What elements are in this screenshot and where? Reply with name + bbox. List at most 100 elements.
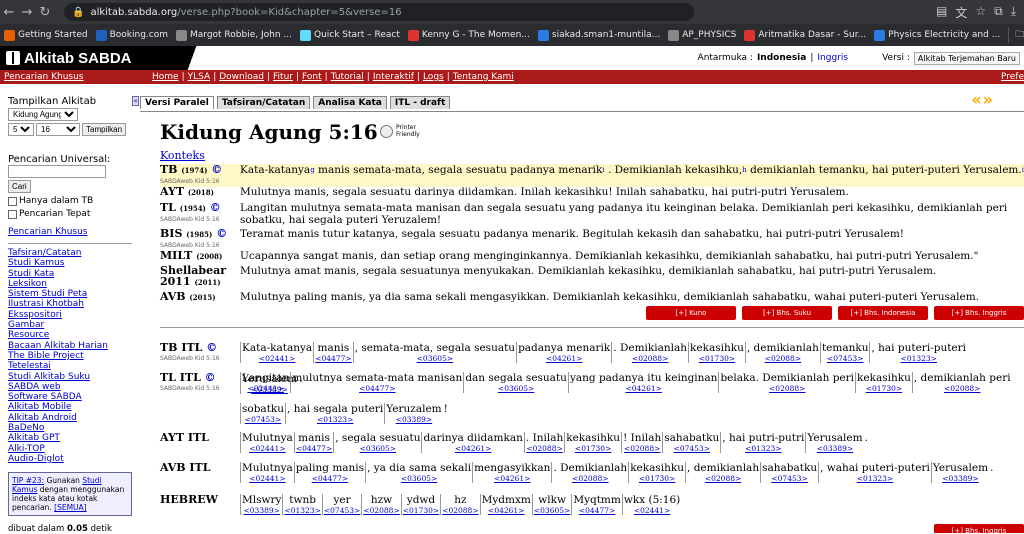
- reload-icon[interactable]: ↻: [36, 5, 54, 20]
- sidebar-link[interactable]: Audio-Diglot: [8, 454, 132, 464]
- sidebar-link[interactable]: Tetelestai: [8, 361, 132, 371]
- version-label[interactable]: TL (1954) © SABDAweb Kid 5:16: [160, 202, 240, 226]
- printer-friendly-button[interactable]: Printer Friendly: [380, 124, 420, 138]
- bookmark-item[interactable]: AP_PHYSICS: [668, 29, 736, 41]
- strong-number-link[interactable]: <04261>: [546, 354, 582, 363]
- strong-number-link[interactable]: <02088>: [944, 384, 980, 393]
- nav-arrows-icon[interactable]: «»: [971, 90, 994, 109]
- nav-link[interactable]: Download: [219, 72, 264, 82]
- lang-inggris-link[interactable]: Inggris: [817, 53, 848, 63]
- nav-link[interactable]: Tentang Kami: [453, 72, 514, 82]
- sidebar-link[interactable]: The Bible Project: [8, 351, 132, 361]
- strong-number-link[interactable]: <03605>: [534, 506, 570, 515]
- konteks-link[interactable]: Konteks: [160, 149, 205, 162]
- strong-number-link[interactable]: <04477>: [579, 506, 615, 515]
- versi-select[interactable]: Alkitab Terjemahan Baru: [913, 51, 1020, 65]
- nav-preferences[interactable]: Prefe: [1001, 72, 1024, 82]
- strong-number-link[interactable]: <02441>: [247, 384, 283, 393]
- nav-link[interactable]: YLSA: [188, 72, 211, 82]
- strong-number-link[interactable]: <02088>: [442, 506, 478, 515]
- strong-number-link[interactable]: <03389>: [244, 506, 280, 515]
- strong-number-link[interactable]: <01323>: [317, 415, 353, 424]
- strong-number-link[interactable]: <02441>: [249, 474, 285, 483]
- sidebar-link[interactable]: Alkitab Android: [8, 413, 132, 423]
- bookmark-item[interactable]: Aritmatika Dasar - Sur...: [744, 29, 866, 41]
- pencarian-khusus-link[interactable]: Pencarian Khusus: [8, 227, 87, 237]
- tip-semua-link[interactable]: [SEMUA]: [54, 503, 86, 512]
- expand-button[interactable]: [+] Bhs. Indonesia: [838, 306, 928, 320]
- reader-icon[interactable]: ▤: [936, 4, 947, 21]
- collapse-sidebar-icon[interactable]: «: [132, 96, 139, 106]
- nav-link[interactable]: Logs: [423, 72, 444, 82]
- back-icon[interactable]: ←: [0, 5, 18, 20]
- strong-number-link[interactable]: <02088>: [572, 474, 608, 483]
- strong-number-link[interactable]: <01730>: [639, 474, 675, 483]
- sidebar-link[interactable]: Resource: [8, 330, 132, 340]
- strong-number-link[interactable]: <07453>: [771, 474, 807, 483]
- copyright-icon[interactable]: ©: [216, 227, 227, 240]
- version-label[interactable]: AVB (2015): [160, 291, 240, 303]
- book-select[interactable]: Kidung Agung: [8, 108, 78, 121]
- strong-number-link[interactable]: <04477>: [315, 354, 351, 363]
- bookmark-item[interactable]: Quick Start – React: [299, 29, 400, 41]
- strong-number-link[interactable]: <04261>: [625, 384, 661, 393]
- strong-number-link[interactable]: <03605>: [498, 384, 534, 393]
- sidebar-link[interactable]: Bacaan Alkitab Harian: [8, 341, 132, 351]
- expand-button[interactable]: [+] Bhs. Inggris: [934, 524, 1024, 533]
- cari-button[interactable]: Cari: [8, 180, 31, 193]
- nav-link[interactable]: Interaktif: [373, 72, 414, 82]
- strong-number-link[interactable]: <01730>: [866, 384, 902, 393]
- nav-pencarian-khusus[interactable]: Pencarian Khusus: [4, 72, 83, 82]
- strong-number-link[interactable]: <03389>: [817, 444, 853, 453]
- forward-icon[interactable]: →: [18, 5, 36, 20]
- bookmark-item[interactable]: Getting Started: [4, 29, 88, 41]
- tab[interactable]: Versi Paralel: [140, 96, 214, 109]
- pencarian-tepat-checkbox[interactable]: [8, 209, 17, 219]
- tip-number[interactable]: TIP #23:: [12, 476, 44, 485]
- extension-icon[interactable]: ⧉: [994, 4, 1003, 21]
- strong-number-link[interactable]: <07453>: [674, 444, 710, 453]
- strong-number-link[interactable]: <01730>: [575, 444, 611, 453]
- search-input[interactable]: [8, 165, 106, 178]
- bookmark-item[interactable]: Physics Electricity and ...: [874, 29, 1000, 41]
- strong-number-link[interactable]: <04261>: [488, 506, 524, 515]
- version-label[interactable]: AYT (2018): [160, 186, 240, 198]
- copyright-icon[interactable]: ©: [210, 201, 221, 214]
- strong-number-link[interactable]: <01323>: [745, 444, 781, 453]
- tab[interactable]: Analisa Kata: [313, 96, 387, 109]
- sidebar-link[interactable]: Tafsiran/Catatan: [8, 248, 132, 258]
- tampilkan-button[interactable]: Tampilkan: [82, 123, 127, 136]
- sidebar-link[interactable]: Studi Alkitab Suku: [8, 372, 132, 382]
- sidebar-link[interactable]: Studi Kata: [8, 269, 132, 279]
- sidebar-link[interactable]: SABDA web: [8, 382, 132, 392]
- strong-number-link[interactable]: <04261>: [494, 474, 530, 483]
- strong-number-link[interactable]: <07453>: [827, 354, 863, 363]
- strong-number-link[interactable]: <04477>: [312, 474, 348, 483]
- strong-number-link[interactable]: <07453>: [324, 506, 360, 515]
- strong-number-link[interactable]: <07453>: [245, 415, 281, 424]
- sidebar-link[interactable]: Eksspositori: [8, 310, 132, 320]
- strong-number-link[interactable]: <02441>: [634, 506, 670, 515]
- sidebar-link[interactable]: BaDeNo: [8, 423, 132, 433]
- strong-number-link[interactable]: <02088>: [363, 506, 399, 515]
- strong-number-link[interactable]: <02088>: [705, 474, 741, 483]
- site-logo[interactable]: Alkitab SABDA: [0, 50, 132, 67]
- copyright-icon[interactable]: ©: [211, 163, 222, 176]
- strong-number-link[interactable]: <03605>: [360, 444, 396, 453]
- version-label[interactable]: TB (1974) © SABDAweb Kid 5:16: [160, 164, 240, 187]
- hanya-tb-checkbox[interactable]: [8, 196, 17, 206]
- nav-link[interactable]: Home: [152, 72, 179, 82]
- sidebar-link[interactable]: Software SABDA: [8, 392, 132, 402]
- bookmark-item[interactable]: Margot Robbie, John ...: [176, 29, 292, 41]
- strong-number-link[interactable]: <02088>: [632, 354, 668, 363]
- strong-number-link[interactable]: <01323>: [284, 506, 320, 515]
- strong-number-link[interactable]: <02088>: [526, 444, 562, 453]
- sidebar-link[interactable]: Leksikon: [8, 279, 132, 289]
- site-info-icon[interactable]: 🔒: [72, 7, 84, 18]
- sidebar-link[interactable]: Studi Kamus: [8, 258, 132, 268]
- strong-number-link[interactable]: <02088>: [769, 384, 805, 393]
- strong-number-link[interactable]: <04477>: [359, 384, 395, 393]
- strong-number-link[interactable]: <03389>: [942, 474, 978, 483]
- expand-button[interactable]: [+] Kuno: [646, 306, 736, 320]
- tab[interactable]: ITL - draft: [389, 96, 451, 109]
